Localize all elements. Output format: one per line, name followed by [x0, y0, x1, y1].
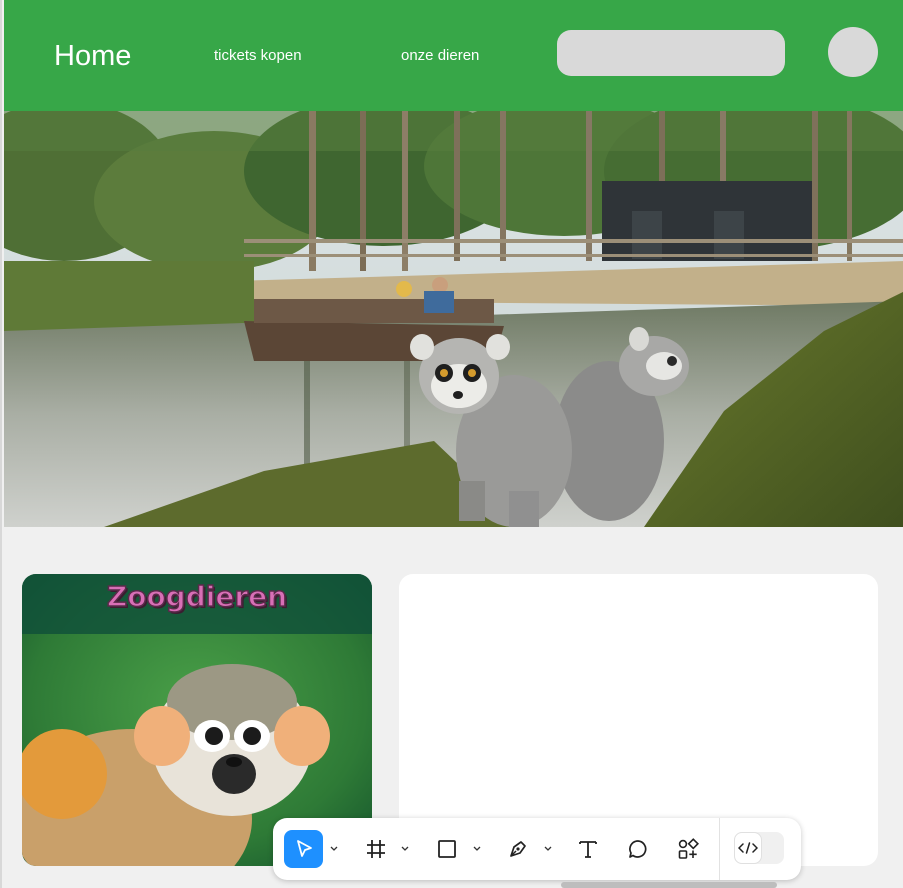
comment-icon	[629, 840, 647, 858]
avatar[interactable]	[828, 27, 878, 77]
top-navbar: Home tickets kopen onze dieren	[4, 0, 903, 111]
pen-tool-button[interactable]	[503, 830, 533, 868]
code-icon-wrapper	[734, 832, 762, 864]
card-title: Zoogdieren	[106, 579, 288, 614]
code-icon	[738, 842, 758, 854]
frame-tool-button[interactable]	[361, 830, 391, 868]
design-toolbar	[273, 818, 801, 880]
rectangle-tool-button[interactable]	[432, 830, 462, 868]
horizontal-scrollbar[interactable]	[561, 882, 777, 888]
nav-link-tickets[interactable]: tickets kopen	[214, 47, 302, 64]
home-link[interactable]: Home	[54, 40, 131, 73]
text-icon	[579, 841, 597, 858]
text-tool-button[interactable]	[573, 830, 603, 868]
cursor-icon	[296, 840, 312, 857]
frame-icon	[367, 840, 385, 858]
hero-image-lemurs	[4, 111, 903, 527]
nav-link-animals[interactable]: onze dieren	[401, 47, 479, 64]
chevron-down-icon[interactable]	[472, 843, 482, 855]
move-tool-button[interactable]	[284, 830, 323, 868]
search-input[interactable]	[557, 30, 785, 76]
rectangle-icon	[438, 840, 456, 858]
components-icon	[678, 838, 699, 859]
page: Home tickets kopen onze dieren Zoogdiere…	[0, 0, 903, 888]
pen-icon	[510, 841, 526, 857]
components-tool-button[interactable]	[673, 830, 703, 868]
chevron-down-icon[interactable]	[329, 843, 339, 855]
comment-tool-button[interactable]	[623, 830, 653, 868]
chevron-down-icon[interactable]	[543, 843, 553, 855]
dev-mode-toggle[interactable]	[734, 832, 784, 864]
chevron-down-icon[interactable]	[400, 843, 410, 855]
toolbar-divider	[719, 818, 720, 880]
